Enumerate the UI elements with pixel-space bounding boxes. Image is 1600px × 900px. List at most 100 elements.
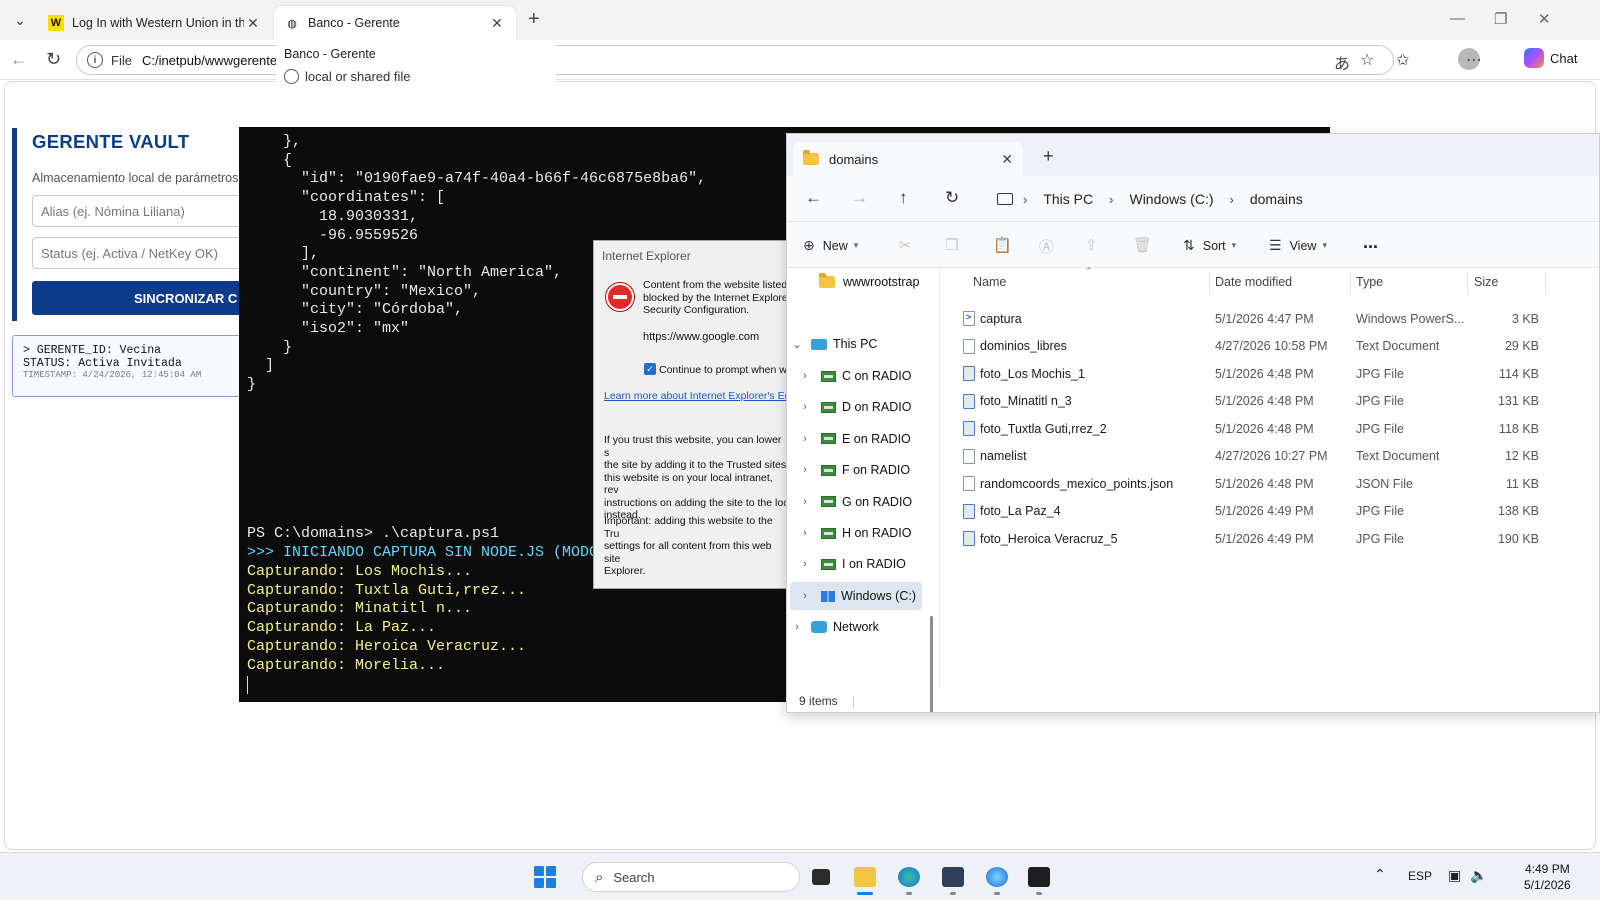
- breadcrumb-this-pc[interactable]: This PC: [1043, 191, 1093, 207]
- chevron-right-icon[interactable]: ›: [797, 590, 813, 602]
- continue-prompt-checkbox[interactable]: ✓: [644, 363, 656, 375]
- nav-item-network[interactable]: › Network: [787, 613, 935, 641]
- chevron-right-icon[interactable]: ›: [797, 401, 813, 413]
- chevron-right-icon[interactable]: ›: [789, 621, 805, 633]
- edge-taskbar-button[interactable]: [894, 862, 924, 895]
- nav-item-network-drive[interactable]: › H on RADIO: [787, 519, 935, 547]
- copilot-chat-button[interactable]: Chat: [1524, 48, 1577, 68]
- file-row[interactable]: namelist 4/27/2026 10:27 PM Text Document 1…: [947, 443, 1599, 470]
- file-row[interactable]: captura 5/1/2026 4:47 PM Windows PowerS...…: [947, 305, 1599, 332]
- column-divider[interactable]: [1209, 272, 1210, 294]
- forward-icon[interactable]: →: [851, 188, 868, 208]
- refresh-icon[interactable]: ↻: [46, 49, 61, 70]
- close-tab-icon[interactable]: ✕: [244, 15, 262, 32]
- nav-item-network-drive[interactable]: › G on RADIO: [787, 488, 935, 516]
- minimize-icon[interactable]: —: [1450, 10, 1465, 27]
- info-icon[interactable]: i: [87, 52, 103, 68]
- terminal-taskbar-button[interactable]: [1024, 862, 1054, 895]
- column-header-date[interactable]: Date modified: [1215, 275, 1292, 289]
- column-header-name[interactable]: Name: [973, 275, 1006, 289]
- view-button[interactable]: ☰ View ▾: [1269, 237, 1327, 254]
- app-taskbar-button[interactable]: [938, 862, 968, 895]
- chevron-right-icon[interactable]: ›: [797, 527, 813, 539]
- network-status-icon[interactable]: ▣: [1448, 867, 1461, 884]
- tab-western-union[interactable]: W Log In with Western Union in the U ✕: [38, 6, 272, 40]
- file-row[interactable]: foto_Tuxtla Guti,rrez_2 5/1/2026 4:48 PM J…: [947, 415, 1599, 442]
- nav-item-network-drive[interactable]: › I on RADIO: [787, 550, 935, 578]
- column-divider[interactable]: [1467, 272, 1468, 294]
- active-indicator: [857, 892, 873, 895]
- nav-item-this-pc[interactable]: ⌄ This PC: [787, 330, 935, 358]
- breadcrumb[interactable]: › This PC › Windows (C:) › domains: [987, 184, 1597, 214]
- file-row[interactable]: randomcoords_mexico_points.json 5/1/2026 …: [947, 470, 1599, 497]
- sync-button[interactable]: SINCRONIZAR C: [32, 281, 262, 315]
- sort-button[interactable]: ⇅ Sort ▾: [1183, 237, 1236, 254]
- nav-item-windows-c[interactable]: › Windows (C:): [790, 582, 922, 610]
- show-hidden-icons-icon[interactable]: ⌃: [1374, 866, 1386, 883]
- breadcrumb-windows-c[interactable]: Windows (C:): [1129, 191, 1213, 207]
- read-aloud-icon[interactable]: あ: [1334, 50, 1350, 74]
- address-bar[interactable]: i File C:/inetpub/wwwgerente: [76, 45, 1394, 75]
- file-explorer-taskbar-button[interactable]: [850, 862, 880, 895]
- back-icon[interactable]: ←: [805, 188, 822, 208]
- cut-icon[interactable]: ✂: [899, 236, 912, 254]
- paste-icon[interactable]: 📋: [993, 236, 1012, 254]
- nav-scrollbar[interactable]: [930, 616, 933, 712]
- chevron-right-icon[interactable]: ›: [797, 370, 813, 382]
- task-view-button[interactable]: [806, 862, 836, 892]
- more-options-icon[interactable]: ⋯: [1466, 50, 1482, 70]
- continue-prompt-label[interactable]: Continue to prompt when we: [659, 364, 792, 376]
- column-divider[interactable]: [1350, 272, 1351, 294]
- explorer-tab-domains[interactable]: domains ✕: [793, 142, 1023, 176]
- pane-divider[interactable]: [939, 268, 940, 688]
- favorite-star-icon[interactable]: ☆: [1360, 50, 1374, 70]
- share-icon[interactable]: ⇪: [1085, 236, 1098, 254]
- column-header-size[interactable]: Size: [1474, 275, 1498, 289]
- file-row[interactable]: foto_La Paz_4 5/1/2026 4:49 PM JPG File 138…: [947, 498, 1599, 525]
- taskbar-search[interactable]: ⌕ Search: [582, 862, 800, 892]
- file-row[interactable]: foto_Los Mochis_1 5/1/2026 4:48 PM JPG Fil…: [947, 360, 1599, 387]
- favorites-icon[interactable]: ✩: [1396, 50, 1409, 70]
- chevron-down-icon[interactable]: ⌄: [789, 338, 805, 351]
- more-options-icon[interactable]: ...: [1363, 232, 1378, 253]
- back-icon[interactable]: ←: [10, 49, 28, 70]
- nav-item-wwwrootstrap[interactable]: wwwrootstrap: [787, 268, 935, 296]
- file-row[interactable]: foto_Minatitl n_3 5/1/2026 4:48 PM JPG Fil…: [947, 388, 1599, 415]
- new-tab-button[interactable]: +: [528, 8, 540, 31]
- close-tab-icon[interactable]: ✕: [1001, 151, 1013, 168]
- volume-icon[interactable]: 🔈: [1470, 867, 1487, 884]
- copy-icon[interactable]: ❐: [945, 236, 958, 254]
- start-button[interactable]: [530, 862, 560, 892]
- file-row[interactable]: dominios_libres 4/27/2026 10:58 PM Text Do…: [947, 333, 1599, 360]
- refresh-icon[interactable]: ↻: [945, 188, 959, 208]
- tab-actions-menu-icon[interactable]: ⌄: [8, 8, 32, 32]
- status-input[interactable]: [32, 237, 262, 269]
- maximize-icon[interactable]: ❐: [1494, 10, 1507, 28]
- new-tab-button[interactable]: +: [1043, 146, 1054, 167]
- chevron-right-icon[interactable]: ›: [797, 464, 813, 476]
- close-window-icon[interactable]: ✕: [1538, 10, 1551, 28]
- column-divider[interactable]: [1545, 272, 1546, 294]
- internet-explorer-taskbar-button[interactable]: [982, 862, 1012, 895]
- chevron-right-icon[interactable]: ›: [797, 558, 813, 570]
- alias-input[interactable]: [32, 195, 262, 227]
- taskbar-clock[interactable]: 4:49 PM 5/1/2026: [1524, 861, 1571, 893]
- nav-item-network-drive[interactable]: › E on RADIO: [787, 425, 935, 453]
- url-text[interactable]: C:/inetpub/wwwgerente: [142, 53, 282, 68]
- chevron-right-icon[interactable]: ›: [797, 433, 813, 445]
- breadcrumb-domains[interactable]: domains: [1250, 191, 1303, 207]
- close-tab-icon[interactable]: ✕: [488, 15, 506, 32]
- new-button[interactable]: ⊕ New ▾: [803, 237, 858, 254]
- delete-icon[interactable]: 🗑: [1133, 236, 1152, 254]
- up-icon[interactable]: ↑: [899, 188, 908, 208]
- column-header-type[interactable]: Type: [1356, 275, 1383, 289]
- tab-banco-gerente[interactable]: ◍ Banco - Gerente ✕: [274, 6, 516, 40]
- nav-item-network-drive[interactable]: › D on RADIO: [787, 393, 935, 421]
- nav-item-network-drive[interactable]: › C on RADIO: [787, 362, 935, 390]
- file-row[interactable]: foto_Heroica Veracruz_5 5/1/2026 4:49 PM J…: [947, 525, 1599, 552]
- nav-item-network-drive[interactable]: › F on RADIO: [787, 456, 935, 484]
- learn-more-link[interactable]: Learn more about Internet Explorer's En: [604, 390, 790, 402]
- chevron-right-icon[interactable]: ›: [797, 496, 813, 508]
- rename-icon[interactable]: Ⓐ: [1039, 236, 1054, 257]
- input-language[interactable]: ESP: [1408, 869, 1432, 883]
